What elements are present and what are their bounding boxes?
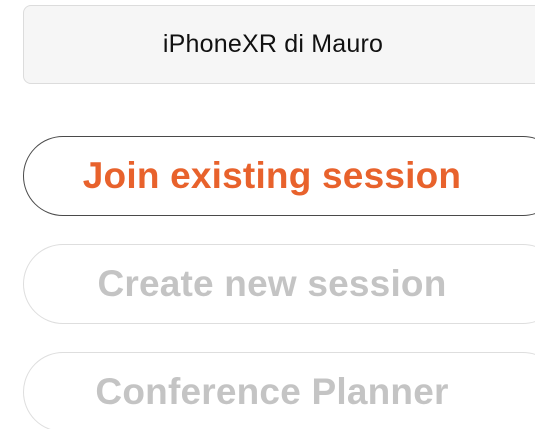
join-session-button[interactable]: Join existing session [23, 136, 535, 216]
device-name-field: iPhoneXR di Mauro [23, 5, 535, 84]
device-name-label: iPhoneXR di Mauro [162, 30, 384, 58]
conference-planner-button[interactable]: Conference Planner [23, 352, 535, 429]
join-session-label: Join existing session [82, 155, 462, 196]
conference-planner-label: Conference Planner [95, 371, 449, 412]
session-screen: iPhoneXR di Mauro Join existing session … [0, 0, 535, 429]
create-session-label: Create new session [97, 263, 447, 304]
create-session-button[interactable]: Create new session [23, 244, 535, 324]
